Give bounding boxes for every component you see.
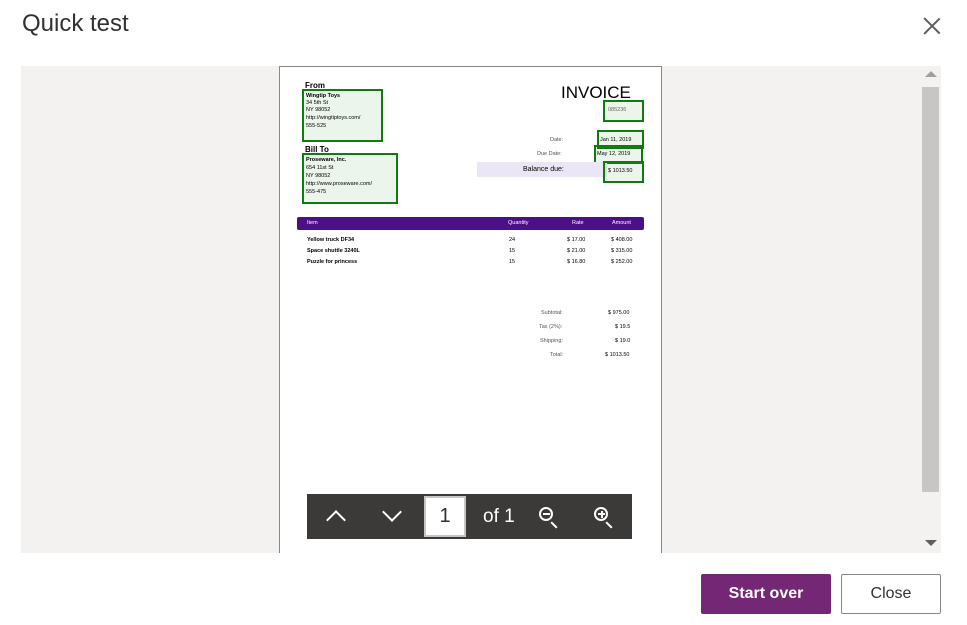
chevron-down-icon xyxy=(382,502,402,522)
col-amount: Amount xyxy=(612,220,631,226)
previous-page-button[interactable] xyxy=(315,494,355,539)
col-rate: Rate xyxy=(572,220,584,226)
subtotal-value: $ 975.00 xyxy=(608,310,630,316)
date-label: Date: xyxy=(550,137,564,143)
item-rate: $ 17.00 xyxy=(567,237,586,243)
zoom-out-button[interactable] xyxy=(535,494,565,539)
close-button[interactable]: Close xyxy=(841,574,941,614)
due-date-label: Due Date: xyxy=(537,151,562,157)
shipping-label: Shipping: xyxy=(540,338,563,344)
scroll-down-icon[interactable] xyxy=(925,540,937,546)
date-value: Jan 11, 2019 xyxy=(600,137,632,143)
item-name: Yellow truck DF34 xyxy=(307,237,355,243)
col-item: Item xyxy=(307,220,318,226)
bill-to-company: Proseware, Inc. xyxy=(306,157,347,163)
due-date-value: May 12, 2019 xyxy=(597,151,631,157)
page-count-label: of 1 xyxy=(483,506,515,527)
from-zip: NY 98052 xyxy=(306,107,331,113)
item-name: Puzzle for princess xyxy=(307,259,358,265)
balance-label: Balance due: xyxy=(523,166,564,173)
item-amount: $ 252.00 xyxy=(611,259,633,265)
bill-to-website: http://www.proseware.com/ xyxy=(306,181,373,187)
tax-label: Tax (2%): xyxy=(539,324,563,330)
invoice-number: 085236 xyxy=(608,107,627,113)
from-phone: 555-525 xyxy=(306,123,327,129)
bill-to-zip: NY 98052 xyxy=(306,173,331,179)
next-page-button[interactable] xyxy=(371,494,411,539)
item-name: Space shuttle 3240L xyxy=(307,248,360,254)
col-quantity: Quantity xyxy=(508,220,529,226)
from-website: http://wingtiptoys.com/ xyxy=(306,115,361,121)
zoom-in-plus-v xyxy=(600,510,603,518)
close-icon[interactable] xyxy=(920,14,944,38)
zoom-in-icon-handle xyxy=(605,521,613,529)
balance-value: $ 1013.50 xyxy=(608,168,633,174)
item-qty: 15 xyxy=(509,248,516,254)
vertical-scrollbar[interactable] xyxy=(921,66,941,553)
page-number-input[interactable]: 1 xyxy=(424,496,466,537)
bill-to-street: 654 11st St xyxy=(306,165,334,171)
item-rate: $ 16.80 xyxy=(567,259,586,265)
zoom-in-button[interactable] xyxy=(590,494,620,539)
item-rate: $ 21.00 xyxy=(567,248,586,254)
total-value: $ 1013.50 xyxy=(605,352,630,358)
item-amount: $ 408.00 xyxy=(611,237,633,243)
scroll-up-icon[interactable] xyxy=(925,71,937,77)
document-preview-pane: From Wingtip Toys 34 5th St NY 98052 htt… xyxy=(21,66,941,553)
scrollbar-thumb[interactable] xyxy=(922,87,939,492)
item-amount: $ 315.00 xyxy=(611,248,633,254)
zoom-out-icon-handle xyxy=(550,521,558,529)
shipping-value: $ 19.0 xyxy=(615,338,631,344)
start-over-button[interactable]: Start over xyxy=(701,574,831,614)
bill-to-phone: 555-475 xyxy=(306,189,327,195)
items-table-header: Item Quantity Rate Amount xyxy=(297,217,644,230)
chevron-up-icon xyxy=(326,510,346,530)
subtotal-label: Subtotal: xyxy=(541,310,563,316)
tax-value: $ 19.5 xyxy=(615,324,631,330)
dialog-title: Quick test xyxy=(22,10,129,37)
invoice-document: From Wingtip Toys 34 5th St NY 98052 htt… xyxy=(279,66,662,553)
item-qty: 15 xyxy=(509,259,516,265)
page-navigation-bar: 1 of 1 xyxy=(307,494,632,539)
item-qty: 24 xyxy=(509,237,516,243)
zoom-out-minus xyxy=(543,513,550,515)
total-label: Total: xyxy=(550,352,564,358)
